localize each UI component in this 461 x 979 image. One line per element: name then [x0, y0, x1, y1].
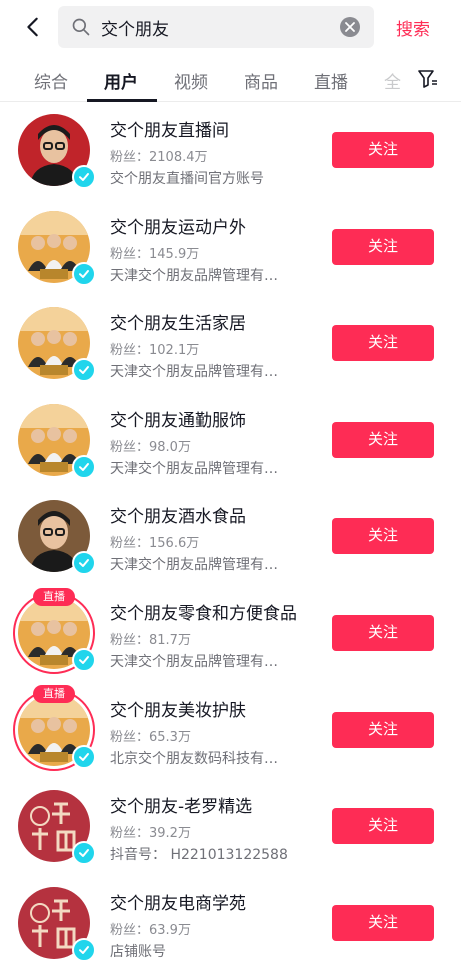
tab-live[interactable]: 直播 — [314, 68, 348, 93]
back-arrow-icon — [27, 17, 38, 37]
follow-button[interactable]: 关注 — [332, 421, 434, 458]
user-result-row[interactable]: 交个朋友生活家居粉丝：102.1万天津交个朋友品牌管理有… 关注 — [0, 295, 461, 392]
verified-badge-icon — [72, 261, 96, 286]
user-description: 天津交个朋友品牌管理有… — [110, 653, 278, 670]
user-results-list: 交个朋友直播间 粉丝：2108.4万 交个朋友直播间官方账号 关注 交个朋友运动户外 粉丝… — [0, 102, 461, 971]
user-description: 店铺账号 — [110, 943, 166, 960]
fan-count: 粉丝：102.1万 — [110, 343, 200, 359]
live-badge: 直播 — [33, 587, 75, 606]
tab-comprehensive[interactable]: 综合 — [34, 68, 68, 93]
user-description: 天津交个朋友品牌管理有… — [110, 267, 278, 284]
fan-count: 粉丝：65.3万 — [110, 729, 191, 745]
verified-badge-icon — [72, 358, 96, 383]
user-result-row[interactable]: 交个朋友直播间粉丝：2108.4万交个朋友直播间官方账号 关注 — [0, 102, 461, 199]
user-result-row[interactable]: 交个朋友电商学苑粉丝：63.9万 店铺账号 关注 — [0, 875, 461, 972]
fan-count: 粉丝：81.7万 — [110, 632, 191, 648]
user-result-row[interactable]: 直播交个朋友零食和方便食品粉丝：81.7万天津交个朋友品牌管理有… 关注 — [0, 585, 461, 682]
follow-button[interactable]: 关注 — [332, 132, 434, 168]
tab-videos[interactable]: 视频 — [174, 68, 208, 93]
back-button[interactable] — [18, 12, 48, 42]
follow-button[interactable]: 关注 — [332, 614, 434, 651]
tab-products[interactable]: 商品 — [244, 68, 278, 93]
verified-badge-icon — [72, 937, 96, 962]
search-submit-button[interactable]: 搜索 — [396, 15, 430, 40]
user-description: 交个朋友直播间官方账号 — [110, 171, 264, 187]
user-result-row[interactable]: 交个朋友运动户外粉丝：145.9万天津交个朋友品牌管理有… 关注 — [0, 199, 461, 296]
user-description: 抖音号： H221013122588 — [110, 847, 288, 864]
search-icon — [72, 18, 90, 36]
user-result-row[interactable]: 直播交个朋友美妆护肤粉丝：65.3万北京交个朋友数码科技有… 关注 — [0, 682, 461, 779]
user-name: 交个朋友酒水食品 — [110, 507, 246, 528]
follow-button[interactable]: 关注 — [332, 228, 434, 265]
fan-count: 粉丝：98.0万 — [110, 439, 191, 455]
user-description: 天津交个朋友品牌管理有… — [110, 364, 278, 381]
verified-badge-icon — [72, 744, 96, 769]
follow-button[interactable]: 关注 — [332, 518, 434, 555]
clear-search-button[interactable] — [340, 17, 360, 37]
user-name: 交个朋友电商学苑 — [110, 893, 246, 914]
user-result-row[interactable]: 交个朋友-老罗精选粉丝：39.2万抖音号： H221013122588 关注 — [0, 778, 461, 875]
user-result-row[interactable]: 交个朋友酒水食品粉丝：156.6万天津交个朋友品牌管理有… 关注 — [0, 488, 461, 585]
user-description: 天津交个朋友品牌管理有… — [110, 460, 278, 477]
user-result-row[interactable]: 交个朋友通勤服饰粉丝：98.0万天津交个朋友品牌管理有… 关注 — [0, 392, 461, 489]
result-tabs: 综合 用户 视频 商品 直播 全 — [0, 56, 461, 102]
search-box[interactable] — [58, 6, 374, 48]
fan-count: 粉丝：2108.4万 — [110, 150, 208, 165]
user-name: 交个朋友通勤服饰 — [110, 410, 246, 431]
user-name: 交个朋友生活家居 — [110, 314, 246, 335]
follow-button[interactable]: 关注 — [332, 904, 434, 941]
verified-badge-icon — [72, 165, 96, 189]
user-name: 交个朋友美妆护肤 — [110, 700, 246, 721]
user-description: 天津交个朋友品牌管理有… — [110, 557, 278, 574]
tab-users[interactable]: 用户 — [104, 68, 138, 93]
fan-count: 粉丝：156.6万 — [110, 536, 200, 552]
verified-badge-icon — [72, 551, 96, 576]
follow-button[interactable]: 关注 — [332, 808, 434, 845]
user-name: 交个朋友-老罗精选 — [110, 797, 253, 818]
live-badge: 直播 — [33, 684, 75, 703]
verified-badge-icon — [72, 454, 96, 479]
follow-button[interactable]: 关注 — [332, 325, 434, 362]
close-icon — [345, 22, 355, 32]
fan-count: 粉丝：145.9万 — [110, 246, 200, 262]
user-name: 交个朋友运动户外 — [110, 217, 246, 238]
follow-button[interactable]: 关注 — [332, 711, 434, 748]
filter-icon[interactable] — [418, 70, 438, 88]
search-input[interactable] — [101, 17, 321, 37]
user-name: 交个朋友直播间 — [110, 121, 229, 141]
verified-badge-icon — [72, 647, 96, 672]
fan-count: 粉丝：39.2万 — [110, 826, 191, 842]
verified-badge-icon — [72, 841, 96, 866]
fan-count: 粉丝：63.9万 — [110, 922, 191, 938]
tab-more[interactable]: 全 — [384, 68, 401, 93]
user-description: 北京交个朋友数码科技有… — [110, 750, 278, 767]
search-header: 搜索 — [0, 0, 461, 56]
user-name: 交个朋友零食和方便食品 — [110, 603, 297, 624]
